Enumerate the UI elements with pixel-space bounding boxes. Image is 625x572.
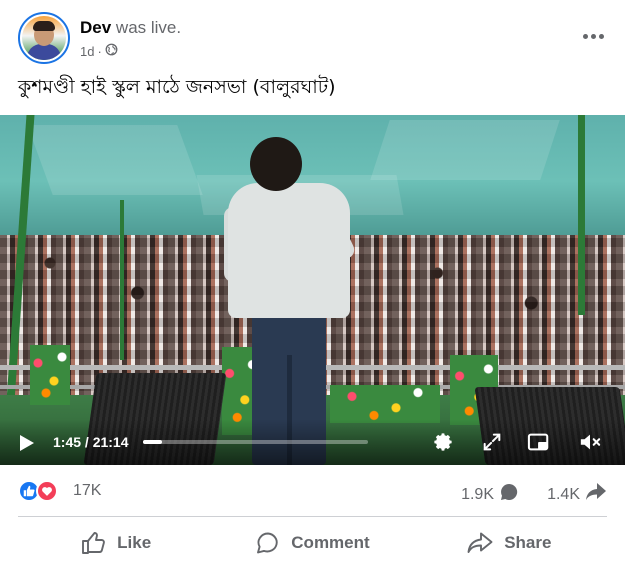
comment-button[interactable]: Comment [214,521,410,565]
more-dot-icon [598,33,604,39]
share-icon [466,531,494,555]
post-meta: 1d · [80,43,118,59]
settings-gear-icon[interactable] [432,431,454,453]
like-button[interactable]: Like [18,521,214,565]
progress-fill [143,440,162,444]
share-arrow-icon [585,482,607,507]
avatar-image [22,16,66,60]
progress-bar[interactable] [143,440,368,444]
video-controls: 1:45 / 21:14 [0,419,625,465]
post-card: Dev was live. 1d · কুশমণ্ডী হাই স্কুল মা… [0,0,625,572]
more-dot-icon [582,33,588,39]
thumbs-up-icon [81,531,107,555]
post-caption: কুশমণ্ডী হাই স্কুল মাঠে জনসভা (বালুরঘাট) [18,76,336,98]
reaction-count[interactable]: 17K [73,482,101,500]
more-options-button[interactable] [579,26,607,46]
globe-icon [105,43,118,59]
fullscreen-icon[interactable] [481,431,503,453]
post-header: Dev was live. 1d · [18,12,609,68]
post-age[interactable]: 1d [80,44,94,59]
reaction-icons[interactable] [18,480,64,502]
share-count-stat[interactable]: 1.4K [547,482,607,507]
like-label: Like [117,533,152,552]
author-activity: was live. [115,18,182,37]
reactions-bar: 17K 1.9K 1.4K [18,478,607,506]
more-dot-icon [590,33,596,39]
comment-icon [255,531,281,555]
picture-in-picture-icon[interactable] [527,431,549,453]
share-label: Share [504,533,552,552]
avatar[interactable] [18,12,70,64]
author-line: Dev was live. [80,18,181,38]
comment-count: 1.9K [461,485,494,503]
share-count: 1.4K [547,485,580,503]
love-reaction-icon [36,480,58,502]
author-name[interactable]: Dev [80,18,111,37]
play-icon[interactable] [20,435,34,451]
meta-separator: · [97,43,102,59]
share-button[interactable]: Share [411,521,607,565]
comment-count-stat[interactable]: 1.9K [461,482,519,507]
volume-muted-icon[interactable] [578,431,601,453]
video-time: 1:45 / 21:14 [53,434,129,450]
comment-bubble-icon [499,482,519,507]
comment-label: Comment [291,533,370,552]
post-actions: Like Comment Share [18,521,607,565]
video-player[interactable]: 1:45 / 21:14 [0,115,625,465]
actions-divider [18,516,607,517]
